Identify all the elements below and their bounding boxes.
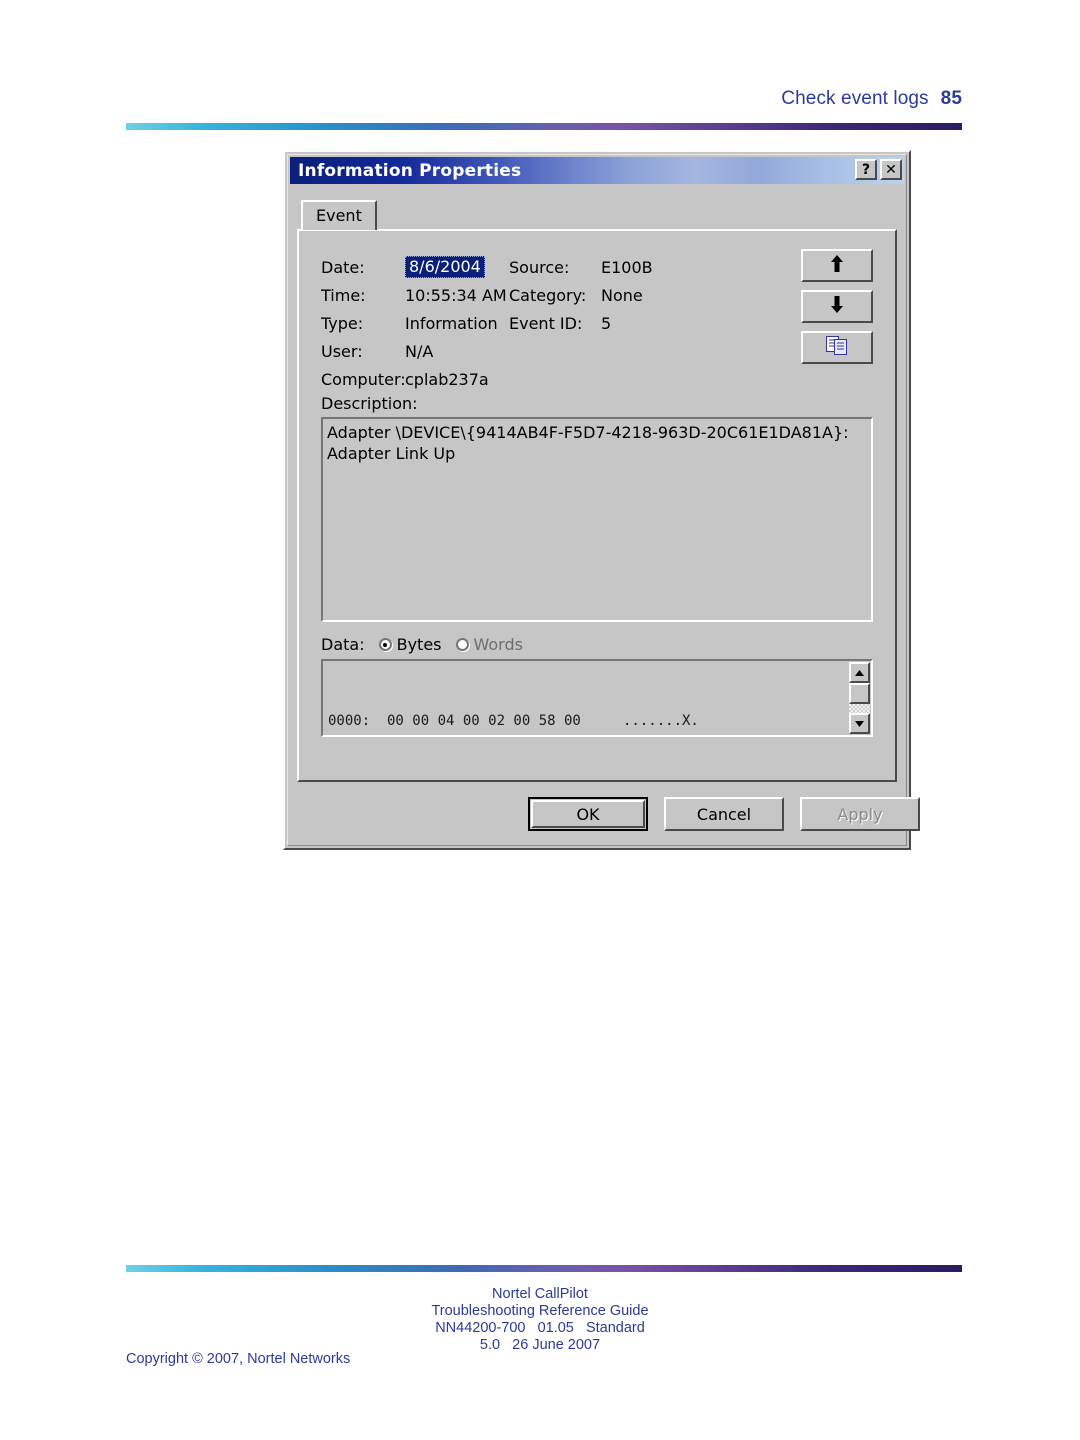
ok-button-label: OK — [576, 804, 600, 824]
dialog-titlebar[interactable]: Information Properties ? ✕ — [290, 157, 904, 184]
field-row-time: Time: 10:55:34 AM Category: None — [321, 281, 653, 309]
page-number: 85 — [940, 88, 962, 109]
source-label: Source: — [509, 257, 570, 277]
radio-bytes[interactable] — [378, 638, 392, 651]
description-label: Description: — [321, 394, 418, 413]
hex-row: 0000: 00 00 04 00 02 00 58 00 .......X. — [328, 713, 699, 729]
data-label: Data: — [321, 635, 365, 654]
apply-button: Apply — [800, 797, 920, 831]
footer-document-info: Nortel CallPilot Troubleshooting Referen… — [0, 1286, 1080, 1354]
tab-event[interactable]: Event — [301, 200, 377, 230]
scrollbar-track[interactable] — [849, 704, 870, 713]
footer-copyright: Copyright © 2007, Nortel Networks — [126, 1351, 351, 1367]
date-value[interactable]: 8/6/2004 — [405, 256, 485, 278]
information-properties-dialog: Information Properties ? ✕ Event Date: 8… — [283, 150, 920, 850]
scroll-up-button[interactable] — [849, 662, 870, 683]
dialog-title: Information Properties — [298, 160, 522, 181]
radio-words[interactable] — [455, 638, 469, 651]
description-textbox[interactable]: Adapter \DEVICE\{9414AB4F-F5D7-4218-963D… — [321, 417, 873, 622]
copy-button[interactable] — [801, 331, 873, 364]
data-scrollbar[interactable] — [849, 662, 870, 734]
down-arrow-icon — [830, 296, 844, 317]
scroll-down-button[interactable] — [849, 713, 870, 734]
footer-line: Troubleshooting Reference Guide — [431, 1303, 649, 1319]
data-format-row: Data: Bytes Words — [321, 635, 523, 654]
data-hex-rows: 0000: 00 00 04 00 02 00 58 00 .......X. … — [323, 661, 848, 735]
cancel-button-label: Cancel — [696, 804, 752, 824]
description-line-1: Adapter \DEVICE\{9414AB4F-F5D7-4218-963D… — [327, 423, 849, 442]
tab-page-event: Date: 8/6/2004 Source: E100B Time: 10:55… — [297, 229, 897, 782]
time-value[interactable]: 10:55:34 AM — [405, 286, 509, 305]
scroll-down-arrow-icon — [855, 720, 864, 727]
scrollbar-thumb[interactable] — [849, 683, 870, 704]
scroll-up-arrow-icon — [855, 669, 864, 676]
description-line-2: Adapter Link Up — [327, 444, 456, 463]
footer-line: Nortel CallPilot — [492, 1286, 588, 1302]
computer-label: Computer: — [321, 369, 406, 389]
event-id-value[interactable]: 5 — [601, 314, 611, 333]
up-arrow-icon — [830, 255, 844, 276]
user-value[interactable]: N/A — [405, 342, 509, 361]
data-hex-listbox[interactable]: 0000: 00 00 04 00 02 00 58 00 .......X. … — [321, 659, 873, 737]
event-nav-buttons — [801, 249, 873, 364]
apply-button-label: Apply — [837, 804, 883, 824]
type-value[interactable]: Information — [405, 314, 509, 333]
page-header: Check event logs 85 — [0, 0, 1080, 140]
category-label: Category: — [509, 285, 587, 305]
next-event-button[interactable] — [801, 290, 873, 323]
radio-bytes-label[interactable]: Bytes — [397, 635, 442, 654]
date-label: Date: — [321, 257, 365, 277]
close-button[interactable]: ✕ — [880, 159, 902, 180]
source-value[interactable]: E100B — [601, 258, 653, 277]
field-row-date: Date: 8/6/2004 Source: E100B — [321, 253, 653, 281]
computer-value[interactable]: cplab237a — [405, 370, 509, 389]
cancel-button[interactable]: Cancel — [664, 797, 784, 831]
category-value[interactable]: None — [601, 286, 643, 305]
titlebar-buttons: ? ✕ — [855, 159, 902, 180]
ok-button[interactable]: OK — [528, 797, 648, 831]
field-row-type: Type: Information Event ID: 5 — [321, 309, 653, 337]
footer-line: NN44200-700 01.05 Standard — [435, 1320, 645, 1336]
dialog-button-row: OK Cancel Apply — [528, 797, 920, 831]
help-button[interactable]: ? — [855, 159, 877, 180]
time-label: Time: — [321, 285, 366, 305]
header-gradient-rule — [126, 123, 962, 130]
type-label: Type: — [321, 313, 364, 333]
previous-event-button[interactable] — [801, 249, 873, 282]
field-row-computer: Computer: cplab237a — [321, 365, 653, 393]
copy-icon — [826, 336, 848, 359]
page-header-title-text: Check event logs — [781, 88, 929, 109]
event-id-label: Event ID: — [509, 313, 583, 333]
user-label: User: — [321, 341, 363, 361]
radio-words-label[interactable]: Words — [474, 635, 523, 654]
tab-event-label: Event — [316, 206, 362, 225]
footer-gradient-rule — [126, 1265, 962, 1272]
page-header-title: Check event logs 85 — [781, 88, 962, 110]
field-row-user: User: N/A — [321, 337, 653, 365]
date-value-wrap: 8/6/2004 — [405, 256, 509, 278]
event-field-grid: Date: 8/6/2004 Source: E100B Time: 10:55… — [321, 253, 653, 393]
